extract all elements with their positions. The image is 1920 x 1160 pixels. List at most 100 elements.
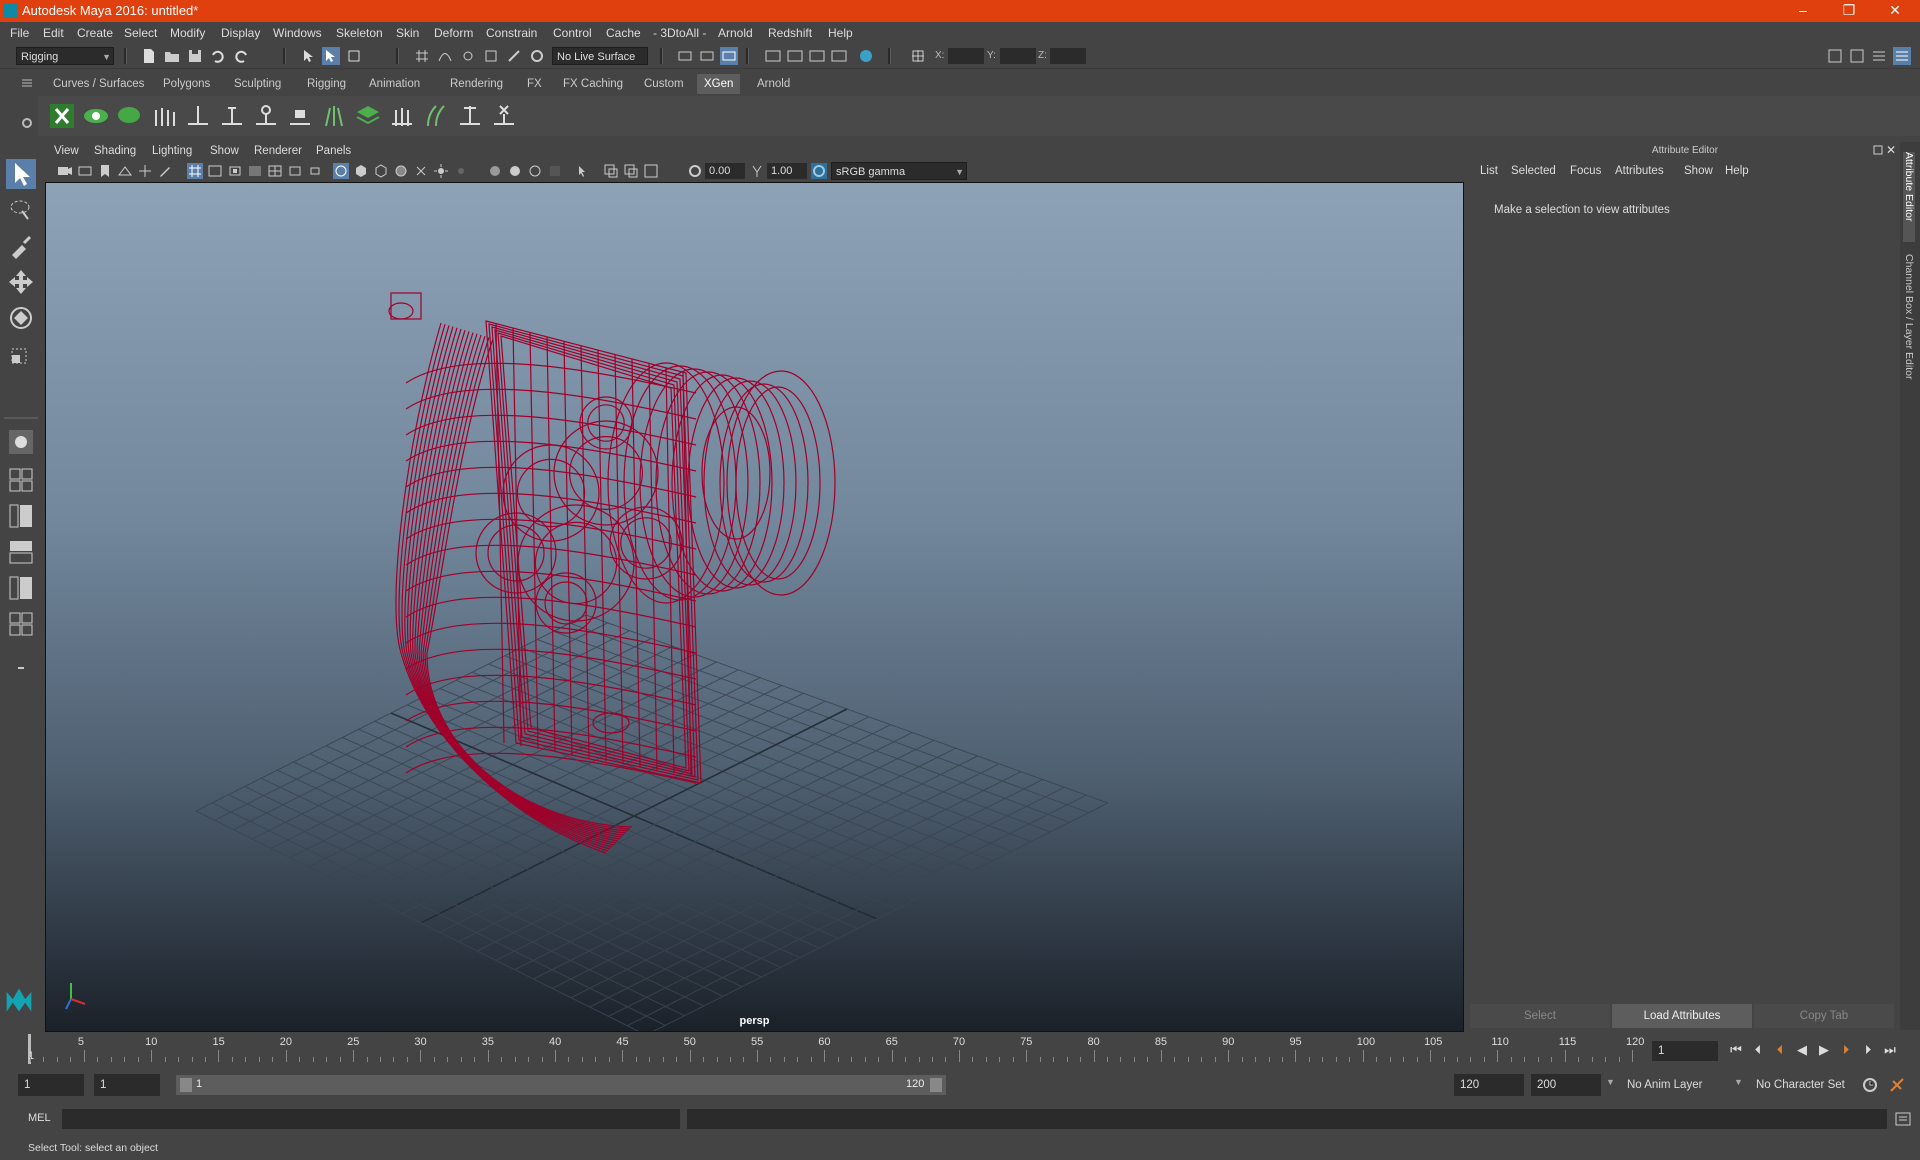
move-tool-icon[interactable] (6, 267, 36, 297)
viewport-menu-shading[interactable]: Shading (94, 145, 136, 157)
xgen-editor-icon[interactable] (48, 102, 76, 130)
grid-toggle-icon[interactable] (187, 163, 203, 179)
load-attributes-button[interactable]: Load Attributes (1612, 1004, 1752, 1028)
shelf-tab-arnold[interactable]: Arnold (750, 74, 797, 94)
colorspace-dropdown[interactable]: sRGB gamma ▼ (831, 162, 967, 180)
two-d-pan-icon[interactable] (137, 163, 153, 179)
transform-mode-icon[interactable] (909, 47, 927, 65)
xgen-description-icon[interactable] (116, 102, 144, 130)
frame-all-icon[interactable] (603, 163, 619, 179)
new-scene-icon[interactable] (140, 47, 158, 65)
side-tab-attribute-editor[interactable]: Attribute Editor (1903, 152, 1915, 242)
menu-create[interactable]: Create (77, 26, 113, 40)
lasso-tool-icon[interactable] (6, 195, 36, 225)
render-view-icon[interactable] (764, 47, 782, 65)
command-input[interactable] (62, 1109, 680, 1129)
render-settings-icon[interactable] (830, 47, 848, 65)
attr-menu-selected[interactable]: Selected (1511, 165, 1556, 177)
exposure-field[interactable]: 0.00 (705, 163, 745, 179)
animation-preferences-icon[interactable] (1888, 1076, 1906, 1094)
menu-3dtoall[interactable]: - 3DtoAll - (653, 26, 706, 40)
grease-pencil-icon[interactable] (157, 163, 173, 179)
z-coord-field[interactable] (1050, 48, 1086, 64)
frame-selection-icon[interactable] (623, 163, 639, 179)
shelf-menu-icon[interactable] (20, 76, 34, 90)
range-slider[interactable]: 1 120 (176, 1075, 946, 1095)
shelf-tab-xgen[interactable]: XGen (697, 74, 741, 94)
scale-tool-icon[interactable] (6, 339, 36, 369)
ipr-render-icon[interactable] (808, 47, 826, 65)
playback-start-field[interactable]: 1 (94, 1074, 160, 1096)
xgen-guide-flow-icon[interactable] (320, 102, 348, 130)
xgen-preview-icon[interactable] (82, 102, 110, 130)
snap-curve-icon[interactable] (436, 47, 454, 65)
rotate-tool-icon[interactable] (6, 303, 36, 333)
attr-menu-help[interactable]: Help (1725, 165, 1749, 177)
maya-home-icon[interactable] (4, 985, 38, 1019)
snap-grid-icon[interactable] (413, 47, 431, 65)
default-material-icon[interactable] (373, 163, 389, 179)
motion-blur-icon[interactable] (507, 163, 523, 179)
range-start-handle[interactable] (180, 1078, 192, 1092)
xgen-guide-insert-icon[interactable] (218, 102, 246, 130)
hud-icon[interactable] (643, 163, 659, 179)
close-panel-icon[interactable]: ✕ (1886, 143, 1898, 157)
playback-end-field[interactable]: 120 (1454, 1074, 1524, 1096)
shelf-settings-icon[interactable] (20, 116, 34, 130)
safe-action-icon[interactable] (287, 163, 303, 179)
viewport-menu-panels[interactable]: Panels (316, 145, 351, 157)
depth-of-field-icon[interactable] (547, 163, 563, 179)
image-plane-icon[interactable] (117, 163, 133, 179)
exposure-icon[interactable] (687, 163, 703, 179)
snap-view-plane-icon[interactable] (482, 47, 500, 65)
wireframe-shading-icon[interactable] (333, 163, 349, 179)
xray-icon[interactable] (413, 163, 429, 179)
xgen-guide-select-icon[interactable] (252, 102, 280, 130)
render-frame-icon[interactable] (786, 47, 804, 65)
film-gate-icon[interactable] (207, 163, 223, 179)
script-editor-icon[interactable] (1894, 1110, 1912, 1128)
shelf-tab-rigging[interactable]: Rigging (300, 74, 353, 94)
range-end-handle[interactable] (930, 1078, 942, 1092)
character-set-dropdown[interactable]: No Character Set (1750, 1074, 1870, 1096)
wireframe-on-shaded-icon[interactable] (393, 163, 409, 179)
attribute-editor-toggle-icon[interactable] (1848, 47, 1866, 65)
current-frame-field[interactable]: 1 (1652, 1041, 1718, 1061)
outliner-persp-layout-icon[interactable] (6, 609, 36, 639)
persp-graph-layout-icon[interactable] (6, 537, 36, 567)
anim-layer-dropdown[interactable]: No Anim Layer (1621, 1074, 1747, 1096)
attr-menu-list[interactable]: List (1480, 165, 1498, 177)
animation-end-field[interactable]: 200 (1531, 1074, 1601, 1096)
attr-menu-focus[interactable]: Focus (1570, 165, 1601, 177)
shelf-tab-fx-caching[interactable]: FX Caching (556, 74, 630, 94)
input-ops-icon[interactable] (676, 47, 694, 65)
viewport-menu-show[interactable]: Show (210, 145, 239, 157)
live-surface-field[interactable]: No Live Surface (552, 47, 648, 65)
select-tool-icon[interactable] (6, 159, 36, 189)
open-scene-icon[interactable] (163, 47, 181, 65)
menu-cache[interactable]: Cache (606, 26, 641, 40)
save-scene-icon[interactable] (186, 47, 204, 65)
bookmark-icon[interactable] (97, 163, 113, 179)
time-slider[interactable]: 1 5 10 15 20 25 30 35 40 45 50 55 60 65 70 75 80 85 90 95 1… (22, 1034, 1644, 1064)
smooth-shade-icon[interactable] (353, 163, 369, 179)
command-language-label[interactable]: MEL (28, 1112, 51, 1124)
resolution-gate-icon[interactable] (227, 163, 243, 179)
output-ops-icon[interactable] (698, 47, 716, 65)
animation-start-field[interactable]: 1 (18, 1074, 84, 1096)
attr-menu-attributes[interactable]: Attributes (1615, 165, 1664, 177)
construction-history-icon[interactable] (720, 47, 738, 65)
play-backwards-icon[interactable]: ◀ (1792, 1042, 1812, 1060)
hypershade-icon[interactable] (857, 47, 875, 65)
step-back-frame-icon[interactable]: ⏴ (1770, 1042, 1790, 1060)
channel-box-toggle-icon[interactable] (1893, 47, 1911, 65)
redo-icon[interactable] (232, 47, 250, 65)
menu-constrain[interactable]: Constrain (486, 26, 537, 40)
shelf-tab-animation[interactable]: Animation (362, 74, 427, 94)
menu-skin[interactable]: Skin (396, 26, 419, 40)
single-perspective-layout-icon[interactable] (6, 427, 36, 457)
side-tab-channel-box[interactable]: Channel Box / Layer Editor (1903, 254, 1915, 404)
menu-windows[interactable]: Windows (273, 26, 322, 40)
step-forward-frame-icon[interactable]: ⏵ (1836, 1042, 1856, 1060)
color-management-icon[interactable] (811, 163, 827, 179)
